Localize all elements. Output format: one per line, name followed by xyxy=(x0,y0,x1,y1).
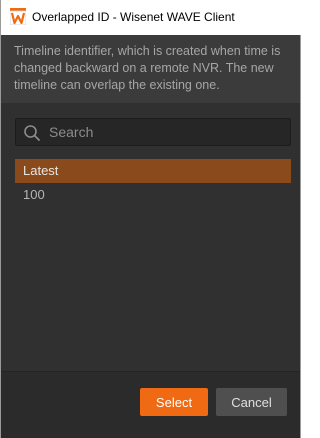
cancel-button[interactable]: Cancel xyxy=(216,388,287,416)
window-title: Overlapped ID - Wisenet WAVE Client xyxy=(32,10,235,24)
overlapped-id-list: Latest 100 xyxy=(15,159,291,207)
wisenet-wave-app-icon xyxy=(9,8,27,26)
search-input[interactable] xyxy=(49,119,285,145)
search-box[interactable] xyxy=(15,118,291,146)
description-text: Timeline identifier, which is created wh… xyxy=(14,44,281,92)
select-button[interactable]: Select xyxy=(140,388,208,416)
title-bar[interactable]: Overlapped ID - Wisenet WAVE Client xyxy=(1,0,302,35)
list-item-100[interactable]: 100 xyxy=(15,183,291,207)
description-panel: Timeline identifier, which is created wh… xyxy=(1,35,300,103)
dialog-window: Overlapped ID - Wisenet WAVE Client Time… xyxy=(0,0,302,438)
search-icon xyxy=(23,124,41,142)
dialog-footer: Select Cancel xyxy=(1,372,300,438)
list-item-latest[interactable]: Latest xyxy=(15,159,291,183)
